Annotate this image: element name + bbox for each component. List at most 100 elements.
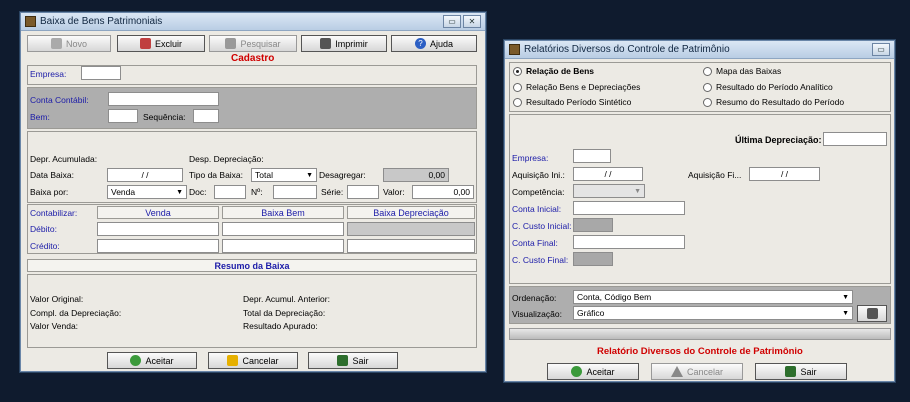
empresa-input[interactable] [573,149,611,163]
pesquisar-button[interactable]: Pesquisar [209,35,297,52]
close-button[interactable]: ✕ [463,15,481,28]
relatorios-titlebar[interactable]: Relatórios Diversos do Controle de Patri… [505,41,894,59]
valor-input[interactable]: 0,00 [412,185,474,199]
ajuda-button[interactable]: ? Ajuda [391,35,477,52]
competencia-label: Competência: [512,187,565,197]
excluir-icon [139,38,151,49]
print-setup-button[interactable] [857,305,887,322]
printer-icon [320,38,332,49]
restore-button[interactable]: ▭ [872,43,890,56]
conta-contabil-input[interactable] [108,92,219,106]
radio-resultado-periodo-sintetico[interactable]: Resultado Período Sintético [513,97,631,107]
bem-input[interactable] [108,109,138,123]
baixa-bens-window: Baixa de Bens Patrimoniais ▭ ✕ Novo Excl… [20,12,486,372]
conta-inicial-input[interactable] [573,201,685,215]
venda-column-header: Venda [97,206,219,219]
novo-button[interactable]: Novo [27,35,111,52]
chevron-down-icon: ▼ [842,309,849,317]
check-icon [130,355,142,366]
credito-baixa-bem-input[interactable] [222,239,344,253]
credito-venda-input[interactable] [97,239,219,253]
valor-original-label: Valor Original: [30,294,84,304]
contabilizar-label: Contabilizar: [30,208,78,218]
tipo-baixa-label: Tipo da Baixa: [189,170,244,180]
excluir-button[interactable]: Excluir [117,35,205,52]
serie-input[interactable] [347,185,379,199]
cancelar-button[interactable]: Cancelar [208,352,298,369]
c-custo-inicial-input[interactable] [573,218,613,232]
debito-baixa-depreciacao-input[interactable] [347,222,475,236]
depr-acumul-anterior-label: Depr. Acumul. Anterior: [243,294,330,304]
baixa-depreciacao-column-header: Baixa Depreciação [347,206,475,219]
numero-input[interactable] [273,185,317,199]
window-title: Relatórios Diversos do Controle de Patri… [524,44,730,55]
competencia-select[interactable]: ▼ [573,184,645,198]
conta-bem-panel [27,87,477,129]
baixa-por-label: Baixa por: [30,187,69,197]
warning-icon [670,366,683,377]
serie-label: Série: [321,187,344,197]
radio-icon [703,97,712,107]
radio-relacao-bens[interactable]: Relação de Bens [513,66,594,76]
doc-input[interactable] [214,185,246,199]
data-baixa-input[interactable]: / / [107,168,183,182]
baixa-bem-column-header: Baixa Bem [222,206,344,219]
conta-inicial-label: Conta Inicial: [512,204,562,214]
aceitar-button[interactable]: Aceitar [547,363,639,380]
credito-baixa-depreciacao-input[interactable] [347,239,475,253]
total-depreciacao-label: Total da Depreciação: [243,308,326,318]
radio-resultado-periodo-analitico[interactable]: Resultado do Período Analítico [703,82,833,92]
aceitar-button[interactable]: Aceitar [107,352,197,369]
empresa-label: Empresa: [512,153,549,163]
sair-button[interactable]: Sair [755,363,847,380]
ultima-depreciacao-input[interactable] [823,132,887,146]
radio-icon [513,97,522,107]
conta-final-input[interactable] [573,235,685,249]
report-footer-title: Relatório Diversos do Controle de Patrim… [597,346,803,357]
resultado-apurado-label: Resultado Apurado: [243,321,318,331]
debito-venda-input[interactable] [97,222,219,236]
imprimir-button[interactable]: Imprimir [301,35,387,52]
valor-venda-label: Valor Venda: [30,321,79,331]
data-baixa-label: Data Baixa: [30,170,74,180]
valor-label: Valor: [383,187,405,197]
sequencia-input[interactable] [193,109,219,123]
doc-label: Doc: [189,187,207,197]
app-icon [509,44,520,55]
compl-depreciacao-label: Compl. da Depreciação: [30,308,122,318]
baixa-por-select[interactable]: Venda ▼ [107,185,187,199]
printer-icon [866,308,878,319]
baixa-bens-titlebar[interactable]: Baixa de Bens Patrimoniais ▭ ✕ [21,13,485,31]
radio-selected-icon [513,66,522,76]
radio-resumo-resultado-periodo[interactable]: Resumo do Resultado do Período [703,97,844,107]
empresa-input[interactable] [81,66,121,80]
aquisicao-fi-input[interactable]: / / [749,167,820,181]
debito-baixa-bem-input[interactable] [222,222,344,236]
ordenacao-select[interactable]: Conta, Código Bem ▼ [573,290,853,304]
aquisicao-ini-label: Aquisição Ini.: [512,170,565,180]
aquisicao-fi-label: Aquisição Fi... [688,170,742,180]
tipo-baixa-select[interactable]: Total ▼ [251,168,317,182]
desagregar-input[interactable]: 0,00 [383,168,449,182]
app-icon [25,16,36,27]
binoculars-icon [225,38,237,49]
sair-button[interactable]: Sair [308,352,398,369]
resumo-baixa-header: Resumo da Baixa [27,259,477,272]
visualizacao-select[interactable]: Gráfico ▼ [573,306,853,320]
aquisicao-ini-input[interactable]: / / [573,167,643,181]
numero-label: Nº: [251,187,263,197]
conta-contabil-label: Conta Contábil: [30,95,89,105]
progress-bar [509,328,891,340]
desp-depreciacao-label: Desp. Depreciação: [189,154,264,164]
restore-button[interactable]: ▭ [443,15,461,28]
sequencia-label: Sequência: [143,112,186,122]
radio-relacao-bens-depreciacoes[interactable]: Relação Bens e Depreciações [513,82,640,92]
chevron-down-icon: ▼ [634,187,641,195]
warning-icon [227,355,239,366]
cadastro-title: Cadastro [231,53,275,64]
cancelar-button[interactable]: Cancelar [651,363,743,380]
ultima-depreciacao-label: Última Depreciação: [735,135,822,145]
c-custo-final-input[interactable] [573,252,613,266]
c-custo-inicial-label: C. Custo Inicial: [512,221,572,231]
radio-mapa-baixas[interactable]: Mapa das Baixas [703,66,781,76]
